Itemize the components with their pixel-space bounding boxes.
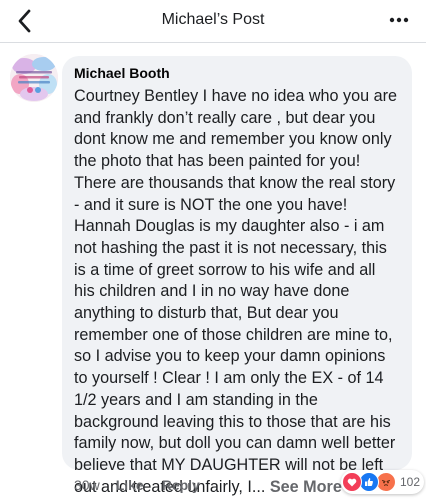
reaction-count: 102: [400, 475, 421, 489]
comment-body: Courtney Bentley I have no idea who you …: [74, 87, 398, 496]
more-options-button[interactable]: [384, 8, 414, 32]
love-reaction-icon: [342, 472, 362, 492]
like-button[interactable]: Like: [116, 477, 144, 493]
avatar-image: [10, 54, 58, 102]
page-title: Michael’s Post: [161, 11, 265, 28]
see-more-link[interactable]: See More: [270, 478, 342, 496]
angry-reaction-icon: [376, 472, 396, 492]
reply-button[interactable]: Reply: [162, 477, 200, 493]
comment-actions: 30w Like Reply: [74, 477, 218, 493]
comment-timestamp: 30w: [74, 477, 100, 493]
top-bar: Michael’s Post: [0, 0, 426, 43]
more-horizontal-icon: [389, 17, 409, 23]
comment-bubble: Michael Booth Courtney Bentley I have no…: [62, 56, 412, 496]
like-reaction-icon: [359, 472, 379, 492]
comment-text: Courtney Bentley I have no idea who you …: [74, 86, 400, 498]
comment-author[interactable]: Michael Booth: [74, 65, 400, 82]
avatar[interactable]: [10, 54, 58, 102]
reactions-summary[interactable]: 102: [341, 470, 425, 494]
